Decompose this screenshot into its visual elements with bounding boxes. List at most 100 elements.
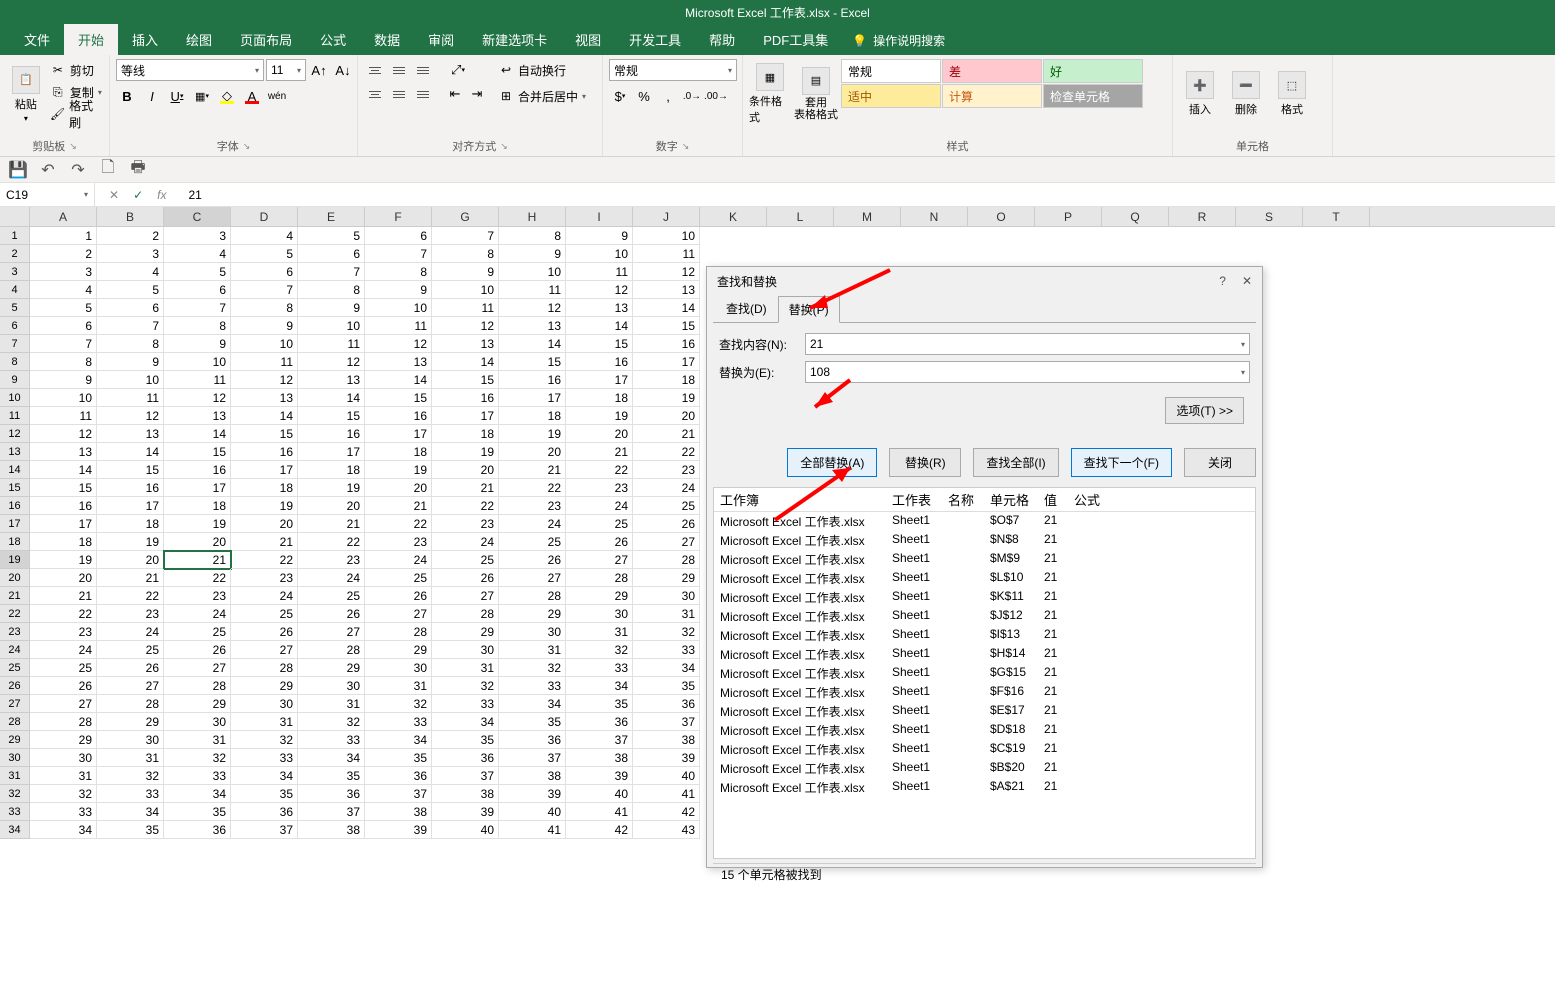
cell[interactable]: 33 <box>566 659 633 677</box>
cell[interactable]: 14 <box>499 335 566 353</box>
cell[interactable]: 30 <box>164 713 231 731</box>
result-row[interactable]: Microsoft Excel 工作表.xlsxSheet1$M$921 <box>714 550 1255 569</box>
cell[interactable]: 21 <box>30 587 97 605</box>
cell[interactable]: 12 <box>164 389 231 407</box>
row-header[interactable]: 23 <box>0 623 30 641</box>
cell[interactable]: 7 <box>30 335 97 353</box>
cell[interactable]: 12 <box>298 353 365 371</box>
cell[interactable]: 14 <box>231 407 298 425</box>
cell[interactable]: 31 <box>298 695 365 713</box>
cell[interactable]: 24 <box>633 479 700 497</box>
row-header[interactable]: 1 <box>0 227 30 245</box>
cell[interactable]: 22 <box>30 605 97 623</box>
cell[interactable]: 28 <box>30 713 97 731</box>
cell[interactable]: 21 <box>566 443 633 461</box>
cell[interactable]: 11 <box>432 299 499 317</box>
insert-cells-button[interactable]: ➕插入 <box>1179 59 1221 129</box>
cell[interactable]: 41 <box>633 785 700 803</box>
cell[interactable]: 13 <box>97 425 164 443</box>
cell[interactable]: 6 <box>164 281 231 299</box>
cell[interactable]: 17 <box>298 443 365 461</box>
col-header-A[interactable]: A <box>30 207 97 226</box>
bold-button[interactable]: B <box>116 85 138 107</box>
cell[interactable]: 13 <box>365 353 432 371</box>
cell[interactable]: 26 <box>566 533 633 551</box>
cell[interactable]: 34 <box>30 821 97 839</box>
row-header[interactable]: 20 <box>0 569 30 587</box>
cell[interactable]: 25 <box>97 641 164 659</box>
cell[interactable]: 9 <box>30 371 97 389</box>
result-row[interactable]: Microsoft Excel 工作表.xlsxSheet1$A$2121 <box>714 778 1255 797</box>
cell[interactable]: 39 <box>633 749 700 767</box>
cell[interactable]: 25 <box>164 623 231 641</box>
cell[interactable]: 11 <box>30 407 97 425</box>
cell[interactable]: 18 <box>164 497 231 515</box>
cell[interactable]: 9 <box>499 245 566 263</box>
row-header[interactable]: 15 <box>0 479 30 497</box>
cell[interactable]: 17 <box>566 371 633 389</box>
decrease-decimal-icon[interactable]: .00→ <box>705 85 727 107</box>
cell[interactable]: 37 <box>432 767 499 785</box>
style-检查单元格[interactable]: 检查单元格 <box>1043 84 1143 108</box>
cell[interactable]: 34 <box>633 659 700 677</box>
cell[interactable]: 32 <box>298 713 365 731</box>
cell[interactable]: 38 <box>499 767 566 785</box>
cell[interactable]: 28 <box>231 659 298 677</box>
cell[interactable]: 21 <box>432 479 499 497</box>
cell[interactable]: 28 <box>97 695 164 713</box>
cell[interactable]: 26 <box>231 623 298 641</box>
cell[interactable]: 30 <box>30 749 97 767</box>
replace-input[interactable]: 108▾ <box>805 361 1250 383</box>
row-header[interactable]: 6 <box>0 317 30 335</box>
cell[interactable]: 16 <box>164 461 231 479</box>
cell[interactable]: 19 <box>566 407 633 425</box>
cell[interactable]: 11 <box>298 335 365 353</box>
result-row[interactable]: Microsoft Excel 工作表.xlsxSheet1$B$2021 <box>714 759 1255 778</box>
cell[interactable]: 16 <box>432 389 499 407</box>
cell[interactable]: 39 <box>432 803 499 821</box>
cell[interactable]: 15 <box>231 425 298 443</box>
cell[interactable]: 9 <box>566 227 633 245</box>
cell[interactable]: 29 <box>432 623 499 641</box>
cell[interactable]: 23 <box>298 551 365 569</box>
col-header-M[interactable]: M <box>834 207 901 226</box>
menu-新建选项卡[interactable]: 新建选项卡 <box>468 24 561 55</box>
align-right-icon[interactable] <box>412 83 434 105</box>
cell[interactable]: 4 <box>30 281 97 299</box>
cell[interactable]: 13 <box>231 389 298 407</box>
col-header-B[interactable]: B <box>97 207 164 226</box>
cell[interactable]: 8 <box>164 317 231 335</box>
currency-button[interactable]: $▾ <box>609 85 631 107</box>
dialog-btn-2[interactable]: 查找全部(I) <box>973 448 1058 477</box>
row-header[interactable]: 5 <box>0 299 30 317</box>
italic-button[interactable]: I <box>141 85 163 107</box>
cell[interactable]: 36 <box>365 767 432 785</box>
cell[interactable]: 17 <box>30 515 97 533</box>
dialog-btn-0[interactable]: 全部替换(A) <box>787 448 877 477</box>
cell[interactable]: 15 <box>566 335 633 353</box>
cell[interactable]: 21 <box>164 551 231 569</box>
cell[interactable]: 17 <box>633 353 700 371</box>
cell[interactable]: 11 <box>164 371 231 389</box>
find-input[interactable]: 21▾ <box>805 333 1250 355</box>
cell[interactable]: 19 <box>633 389 700 407</box>
cell[interactable]: 36 <box>432 749 499 767</box>
cell[interactable]: 22 <box>97 587 164 605</box>
cell[interactable]: 31 <box>499 641 566 659</box>
cell[interactable]: 12 <box>432 317 499 335</box>
cell[interactable]: 16 <box>97 479 164 497</box>
cell[interactable]: 36 <box>298 785 365 803</box>
increase-decimal-icon[interactable]: .0→ <box>681 85 703 107</box>
cell[interactable]: 41 <box>566 803 633 821</box>
decrease-font-icon[interactable]: A↓ <box>332 59 354 81</box>
cell[interactable]: 25 <box>231 605 298 623</box>
cell[interactable]: 33 <box>432 695 499 713</box>
cell[interactable]: 30 <box>432 641 499 659</box>
cell[interactable]: 4 <box>164 245 231 263</box>
cell[interactable]: 7 <box>298 263 365 281</box>
cell[interactable]: 36 <box>164 821 231 839</box>
row-header[interactable]: 3 <box>0 263 30 281</box>
result-row[interactable]: Microsoft Excel 工作表.xlsxSheet1$D$1821 <box>714 721 1255 740</box>
row-header[interactable]: 25 <box>0 659 30 677</box>
help-icon[interactable]: ? <box>1219 274 1226 288</box>
